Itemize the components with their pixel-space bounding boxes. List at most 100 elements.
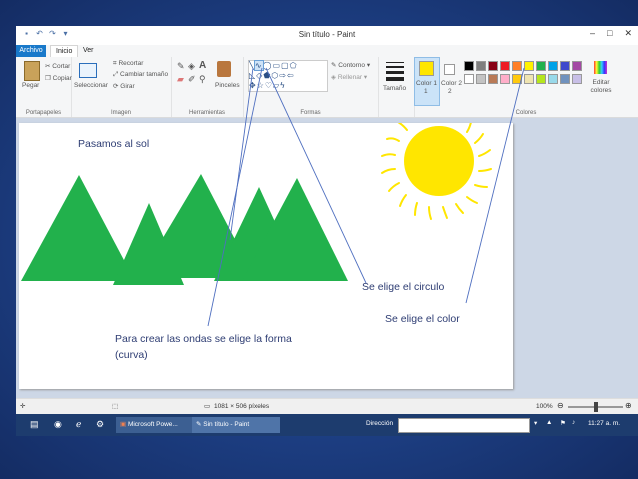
group-tools: ✎ ◈ A ▰ ✐ ⚲ Pinceles Herramientas: [171, 57, 244, 117]
oval-shape-icon[interactable]: ◯: [263, 61, 273, 70]
zoom-out-button[interactable]: ⊖: [557, 401, 564, 410]
sun-ray: [388, 182, 400, 192]
star-shape-icon[interactable]: ☆: [257, 81, 265, 90]
window-title: Sin título - Paint: [298, 30, 356, 39]
drawing-canvas[interactable]: Pasamos al sol: [19, 123, 513, 389]
magnifier-icon[interactable]: ⚲: [199, 74, 206, 85]
size-button[interactable]: Tamaño: [383, 85, 406, 92]
palette-swatch[interactable]: [548, 74, 558, 84]
annotation-color: Se elige el color: [385, 313, 460, 325]
palette-swatch[interactable]: [536, 74, 546, 84]
flag-icon: ⚑: [560, 420, 566, 427]
curve-shape-icon[interactable]: ∿: [253, 60, 264, 71]
ie-icon[interactable]: ℯ: [76, 419, 81, 430]
palette-swatch[interactable]: [464, 74, 474, 84]
file-explorer-icon[interactable]: ▤: [30, 419, 39, 430]
palette-swatch[interactable]: [464, 61, 474, 71]
text-icon[interactable]: A: [199, 60, 206, 71]
image-label: Imagen: [110, 110, 131, 116]
image-size-icon: ▭: [204, 403, 211, 410]
palette-swatch[interactable]: [560, 61, 570, 71]
tab-view[interactable]: Ver: [78, 45, 99, 57]
sun-ray: [478, 168, 492, 172]
tree-1: [21, 175, 135, 281]
volume-icon[interactable]: ♪: [572, 419, 575, 426]
heart-shape-icon[interactable]: ♡: [265, 81, 273, 90]
group-colors: Color 1 1 Color 2 2 Editar colores Color…: [414, 57, 638, 117]
minimize-button[interactable]: –: [590, 28, 595, 39]
rectangle-shape-icon[interactable]: ▭: [272, 61, 281, 70]
shapes-gallery[interactable]: ╲∿◯▭▢⬠ ◺◇⬟⬡⇨⇦ ✥☆♡▱ϟ: [248, 60, 328, 92]
palette-swatch[interactable]: [476, 74, 486, 84]
right-arrow-shape-icon[interactable]: ⇨: [279, 71, 287, 80]
palette-swatch[interactable]: [548, 61, 558, 71]
pencil-icon[interactable]: ✎: [177, 61, 185, 72]
network-icon: ▲: [546, 419, 553, 426]
settings-icon[interactable]: ⚙: [96, 419, 104, 430]
cut-button[interactable]: ✂ Cortar: [45, 62, 70, 70]
brushes-button[interactable]: Pinceles: [215, 82, 240, 89]
canvas-area: Pasamos al sol: [16, 118, 638, 398]
brush-icon[interactable]: [217, 61, 231, 77]
fill-button[interactable]: ◈ Rellenar ▾: [331, 73, 367, 81]
rounded-rectangle-shape-icon[interactable]: ▢: [281, 61, 290, 70]
copy-button[interactable]: ❐ Copiar: [45, 74, 72, 82]
zoom-slider-handle[interactable]: [594, 402, 598, 412]
sun-ray: [466, 123, 472, 133]
fill-icon[interactable]: ◈: [188, 61, 195, 72]
palette-swatch[interactable]: [500, 61, 510, 71]
palette-swatch[interactable]: [488, 61, 498, 71]
palette-swatch[interactable]: [488, 74, 498, 84]
palette-swatch[interactable]: [476, 61, 486, 71]
palette-swatch[interactable]: [560, 74, 570, 84]
palette-swatch[interactable]: [536, 61, 546, 71]
palette-swatch[interactable]: [512, 74, 522, 84]
colors-label: Colores: [515, 110, 537, 116]
rotate-button[interactable]: ⟳ Girar: [113, 82, 135, 90]
dropdown-icon[interactable]: ▾: [534, 419, 537, 427]
zoom-in-button[interactable]: ⊕: [625, 401, 632, 410]
lightning-shape-icon[interactable]: ϟ: [280, 81, 285, 90]
browser-icon[interactable]: ◉: [54, 419, 62, 430]
title-bar: ▪ ↶ ↷ ▾ Sin título - Paint – □ ✕: [16, 26, 638, 44]
eraser-icon[interactable]: ▰: [177, 74, 184, 85]
paste-icon[interactable]: [24, 61, 40, 81]
fill-bucket-icon: ◈: [331, 74, 338, 81]
sun-ray: [381, 153, 396, 157]
palette-swatch[interactable]: [524, 74, 534, 84]
taskbar-powerpoint[interactable]: ▣ Microsoft Powe...: [116, 417, 194, 433]
palette-swatch[interactable]: [572, 61, 582, 71]
palette-swatch[interactable]: [572, 74, 582, 84]
zoom-slider[interactable]: [568, 402, 623, 412]
left-arrow-shape-icon[interactable]: ⇦: [287, 71, 295, 80]
resize-button[interactable]: ⤢ Cambiar tamaño: [113, 71, 168, 79]
palette-swatch[interactable]: [524, 61, 534, 71]
color1-swatch[interactable]: [419, 61, 434, 76]
color-picker-icon[interactable]: ✐: [188, 74, 196, 85]
color2-swatch[interactable]: [444, 64, 455, 75]
tab-file[interactable]: Archivo: [16, 45, 46, 57]
copy-icon: ❐: [45, 75, 53, 82]
crop-button[interactable]: ⌗ Recortar: [113, 60, 143, 68]
tab-home[interactable]: Inicio: [50, 45, 79, 57]
select-icon[interactable]: [79, 63, 97, 78]
edit-colors-icon[interactable]: [594, 61, 607, 74]
four-arrow-shape-icon[interactable]: ✥: [249, 81, 257, 90]
outline-button[interactable]: ✎ Contorno ▾: [331, 61, 370, 69]
close-button[interactable]: ✕: [624, 28, 632, 39]
palette-swatch[interactable]: [512, 61, 522, 71]
powerpoint-icon: ▣: [120, 421, 128, 428]
polygon-shape-icon[interactable]: ⬠: [290, 61, 298, 70]
line-shape-icon[interactable]: ╲: [249, 61, 255, 70]
palette-swatch[interactable]: [500, 74, 510, 84]
sun-ray: [381, 168, 396, 174]
maximize-button[interactable]: □: [607, 28, 612, 39]
paste-button[interactable]: Pegar: [22, 82, 39, 89]
taskbar-paint[interactable]: ✎ Sin título - Paint: [192, 417, 280, 433]
address-input[interactable]: [398, 418, 530, 433]
select-button[interactable]: Seleccionar: [74, 82, 108, 89]
edit-colors-button[interactable]: Editar colores: [588, 79, 614, 95]
trees-drawing: [21, 174, 348, 285]
sun-ray: [474, 133, 484, 144]
line-width-icon[interactable]: [386, 62, 404, 81]
